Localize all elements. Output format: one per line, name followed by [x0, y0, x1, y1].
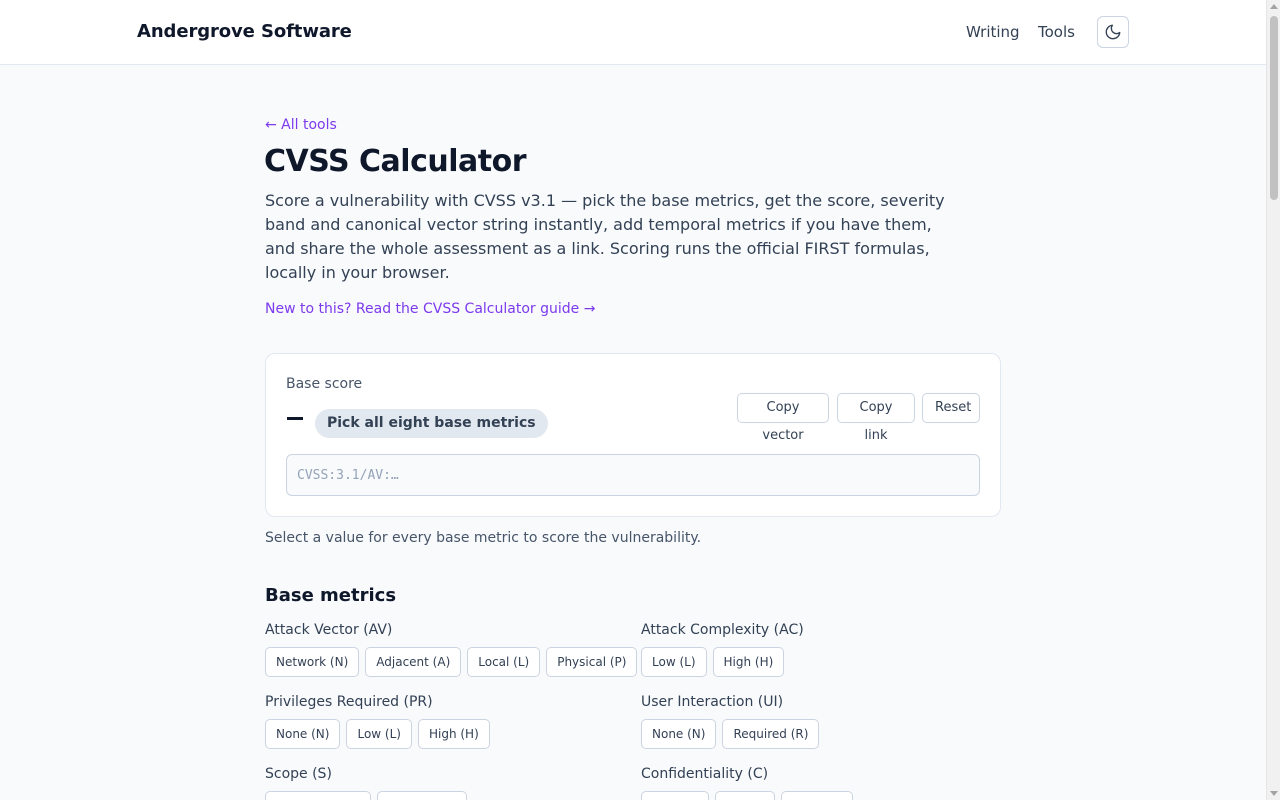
theme-toggle-button[interactable] [1097, 16, 1129, 48]
guide-link[interactable]: New to this? Read the CVSS Calculator gu… [265, 301, 595, 317]
nav-link-writing[interactable]: Writing [966, 23, 1020, 41]
privileges-required-options: None (N) Low (L) High (H) [265, 719, 490, 749]
intro-paragraph: Score a vulnerability with CVSS v3.1 — p… [265, 191, 945, 282]
scrollbar-thumb[interactable] [1270, 16, 1278, 200]
moon-icon [1105, 24, 1121, 40]
vector-string-input[interactable] [286, 454, 980, 496]
top-navigation-bar: Andergrove Software Writing Tools [0, 0, 1266, 65]
brand-logo-text[interactable]: Andergrove Software [137, 21, 352, 42]
page-title: CVSS Calculator [264, 144, 527, 179]
score-card: Base score Pick all eight base metrics C… [265, 353, 1001, 517]
severity-badge: Pick all eight base metrics [315, 409, 548, 438]
scoring-hint: Select a value for every base metric to … [265, 530, 702, 546]
attack-vector-label: Attack Vector (AV) [265, 622, 393, 638]
scope-label: Scope (S) [265, 766, 332, 782]
privileges-required-label: Privileges Required (PR) [265, 694, 433, 710]
option-ac-low[interactable]: Low (L) [641, 647, 707, 677]
option-pr-high[interactable]: High (H) [417, 719, 490, 749]
attack-complexity-options: Low (L) High (H) [641, 647, 785, 677]
option-c-2[interactable] [715, 791, 775, 800]
option-scope-2[interactable] [377, 791, 467, 800]
option-ui-none[interactable]: None (N) [641, 719, 717, 749]
option-ac-high[interactable]: High (H) [712, 647, 785, 677]
option-pr-low[interactable]: Low (L) [346, 719, 412, 749]
user-interaction-label: User Interaction (UI) [641, 694, 784, 710]
reset-button[interactable]: Reset [922, 393, 980, 423]
option-av-physical[interactable]: Physical (P) [546, 647, 638, 677]
option-ui-required[interactable]: Required (R) [722, 719, 820, 749]
base-metrics-heading: Base metrics [265, 585, 397, 606]
back-to-all-tools-link[interactable]: ← All tools [265, 117, 337, 133]
option-c-1[interactable] [641, 791, 709, 800]
base-score-value-empty [287, 417, 303, 420]
option-av-network[interactable]: Network (N) [265, 647, 360, 677]
nav-link-tools[interactable]: Tools [1038, 23, 1075, 41]
confidentiality-label: Confidentiality (C) [641, 766, 769, 782]
confidentiality-options [641, 791, 853, 800]
scroll-down-arrow-icon[interactable] [1270, 791, 1278, 796]
option-scope-1[interactable] [265, 791, 371, 800]
scope-options [265, 791, 467, 800]
user-interaction-options: None (N) Required (R) [641, 719, 820, 749]
option-pr-none[interactable]: None (N) [265, 719, 341, 749]
attack-complexity-label: Attack Complexity (AC) [641, 622, 804, 638]
page-scrollbar[interactable] [1266, 0, 1280, 800]
copy-link-button[interactable]: Copy link [837, 393, 915, 443]
base-score-label: Base score [286, 376, 363, 392]
option-c-3[interactable] [781, 791, 853, 800]
option-av-local[interactable]: Local (L) [467, 647, 541, 677]
attack-vector-options: Network (N) Adjacent (A) Local (L) Physi… [265, 647, 638, 677]
scroll-up-arrow-icon[interactable] [1270, 4, 1278, 9]
copy-vector-button[interactable]: Copy vector [737, 393, 829, 443]
option-av-adjacent[interactable]: Adjacent (A) [365, 647, 462, 677]
